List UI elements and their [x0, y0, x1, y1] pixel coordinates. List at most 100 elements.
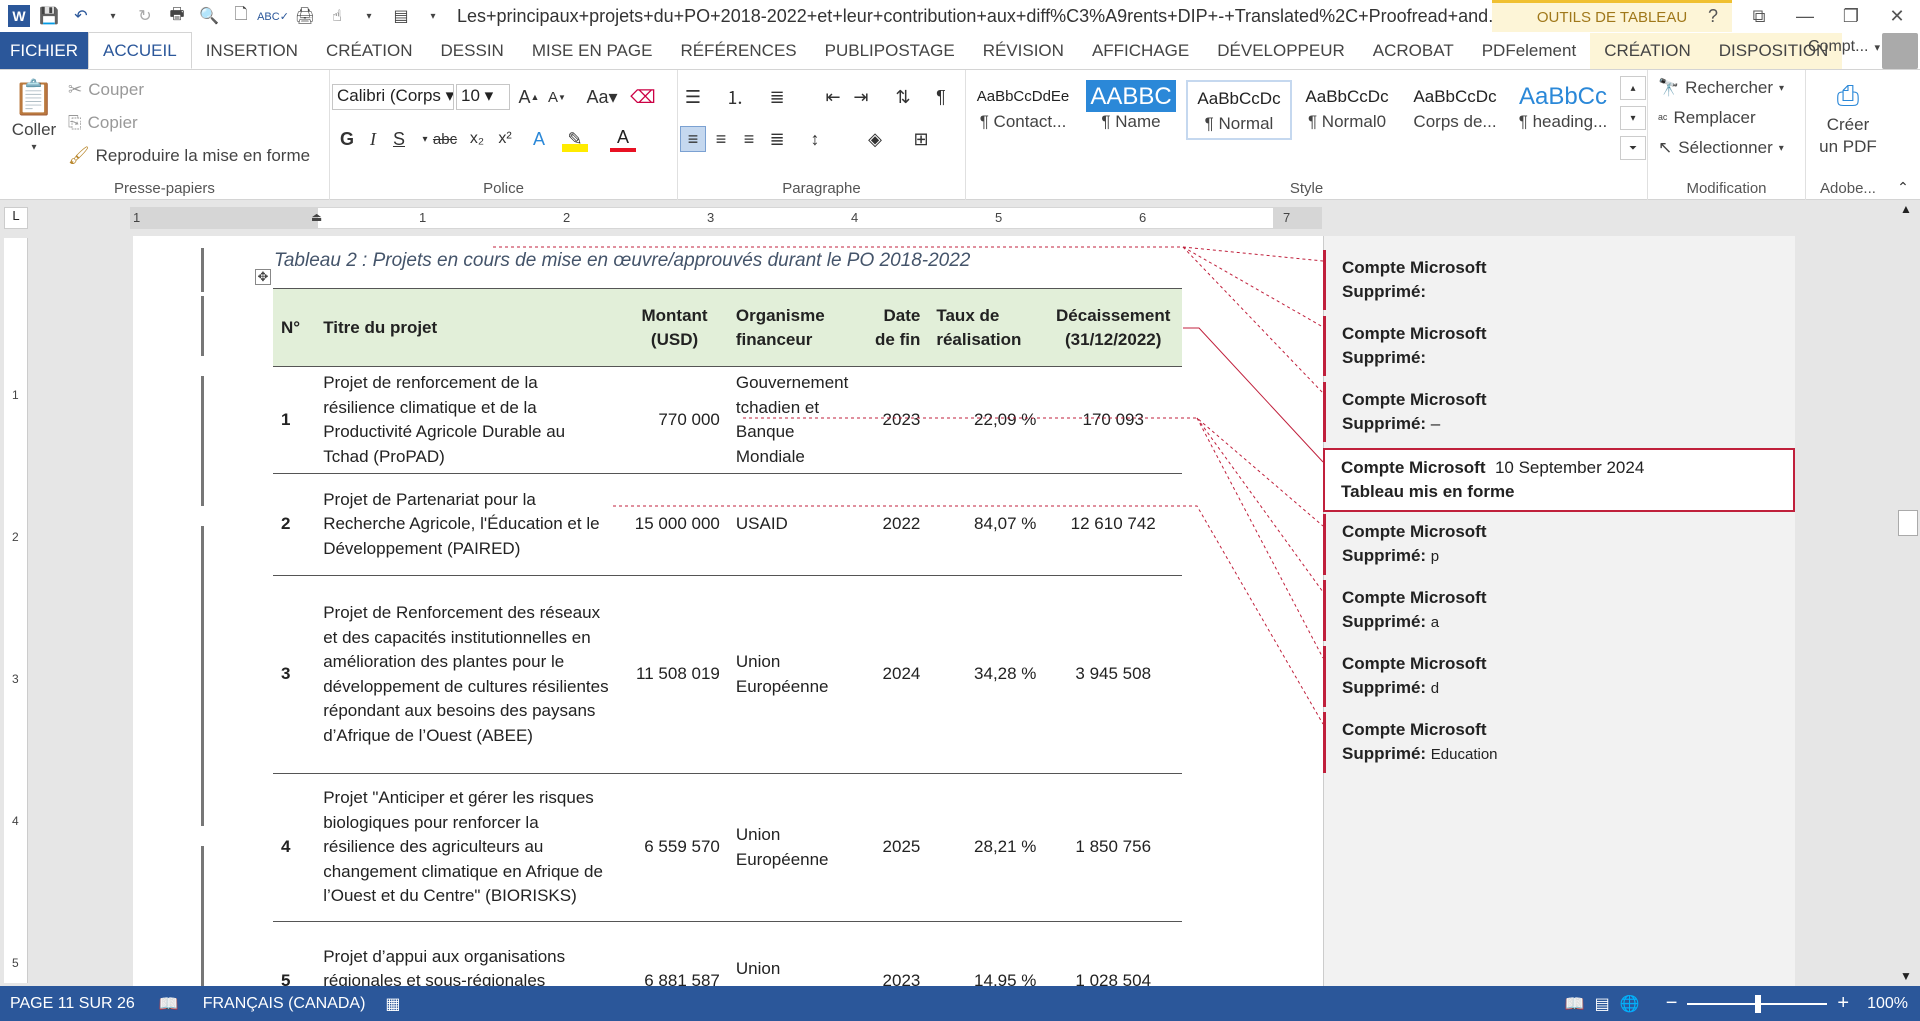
replace-button[interactable]: ᵃᶜ Remplacer — [1658, 108, 1756, 128]
create-pdf-button[interactable]: ⎙ Créer un PDF — [1806, 78, 1890, 158]
superscript-button[interactable]: x² — [492, 126, 518, 152]
revision-balloon[interactable]: Compte Microsoft Supprimé: – — [1323, 382, 1795, 442]
tab-insertion[interactable]: INSERTION — [192, 33, 312, 69]
tab-pdfelement[interactable]: PDFelement — [1468, 33, 1590, 69]
cut-button[interactable]: ✂ Couper — [68, 80, 144, 100]
revision-balloon[interactable]: Compte Microsoft Supprimé: d — [1323, 646, 1795, 707]
font-size-combo[interactable]: 10 ▾ — [456, 84, 510, 110]
redo-icon[interactable]: ↻ — [132, 3, 158, 29]
align-left-icon[interactable]: ≡ — [680, 126, 706, 152]
tab-affichage[interactable]: AFFICHAGE — [1078, 33, 1203, 69]
highlight-icon[interactable]: ✎ — [562, 126, 588, 152]
layout-view-icon[interactable]: ▤ — [388, 3, 414, 29]
language-indicator[interactable]: FRANÇAIS (CANADA) — [193, 995, 376, 1013]
indent-marker-icon[interactable]: ⏏ — [311, 210, 322, 224]
revision-balloon[interactable]: Compte Microsoft Supprimé: — [1323, 250, 1795, 310]
italic-button[interactable]: I — [360, 126, 386, 152]
zoom-out-icon[interactable]: − — [1666, 992, 1678, 1015]
align-center-icon[interactable]: ≡ — [708, 126, 734, 152]
scroll-thumb[interactable] — [1898, 510, 1918, 536]
word-app-icon[interactable]: W — [8, 5, 30, 27]
decrease-indent-icon[interactable]: ⇤ — [820, 84, 846, 110]
style-corps-de-texte[interactable]: AaBbCcDc Corps de... — [1402, 80, 1508, 140]
web-layout-icon[interactable]: 🌐 — [1620, 994, 1640, 1014]
undo-icon[interactable]: ↶ — [68, 3, 94, 29]
borders-icon[interactable]: ⊞ — [908, 126, 934, 152]
spelling-icon[interactable]: ABC✓ — [257, 3, 289, 29]
help-icon[interactable]: ? — [1690, 0, 1736, 32]
styles-scroll-up-icon[interactable]: ▴ — [1620, 76, 1646, 100]
revision-balloon[interactable]: Compte Microsoft Supprimé: Education — [1323, 712, 1795, 773]
tab-acrobat[interactable]: ACROBAT — [1359, 33, 1468, 69]
save-icon[interactable]: 💾 — [36, 3, 62, 29]
format-painter-button[interactable]: 🖌 Reproduire la mise en forme — [68, 146, 310, 166]
page-indicator[interactable]: PAGE 11 SUR 26 — [0, 995, 145, 1013]
grow-font-icon[interactable]: A ▲ — [516, 84, 542, 110]
quick-print-icon[interactable]: 🖨 — [292, 3, 318, 29]
scroll-down-icon[interactable]: ▼ — [1900, 969, 1912, 983]
style-normal0[interactable]: AaBbCcDc ¶ Normal0 — [1294, 80, 1400, 140]
styles-scroll-down-icon[interactable]: ▾ — [1620, 106, 1646, 130]
bullets-icon[interactable]: ☰ — [680, 84, 706, 110]
vertical-ruler[interactable]: 1 2 3 4 5 — [4, 238, 28, 983]
document-page[interactable]: Tableau 2 : Projets en cours de mise en … — [133, 236, 1795, 986]
avatar[interactable] — [1882, 33, 1918, 69]
find-button[interactable]: 🔭 Rechercher ▾ — [1658, 78, 1784, 98]
select-button[interactable]: ↖ Sélectionner ▾ — [1658, 138, 1784, 158]
tab-selector[interactable]: L — [4, 207, 28, 229]
shading-icon[interactable]: ◈ — [862, 126, 888, 152]
change-case-button[interactable]: Aa ▾ — [582, 84, 622, 110]
print-icon[interactable]: 🖶 — [164, 3, 190, 29]
text-effects-icon[interactable]: A — [526, 126, 552, 152]
tab-dessin[interactable]: DESSIN — [427, 33, 518, 69]
read-mode-icon[interactable]: 📖 — [1565, 994, 1585, 1014]
tab-revision[interactable]: RÉVISION — [969, 33, 1078, 69]
multilevel-list-icon[interactable]: ≣ — [764, 84, 790, 110]
align-right-icon[interactable]: ≡ — [736, 126, 762, 152]
tab-accueil[interactable]: ACCUEIL — [88, 32, 192, 69]
scroll-up-icon[interactable]: ▲ — [1900, 202, 1912, 216]
tab-references[interactable]: RÉFÉRENCES — [666, 33, 810, 69]
close-icon[interactable]: ✕ — [1874, 0, 1920, 32]
undo-dropdown-icon[interactable]: ▾ — [100, 3, 126, 29]
horizontal-ruler[interactable]: 1 1 2 3 4 5 6 7 ⏏ — [130, 207, 1322, 229]
tab-mise-en-page[interactable]: MISE EN PAGE — [518, 33, 667, 69]
underline-button[interactable]: S — [386, 126, 412, 152]
revision-balloon[interactable]: Compte Microsoft Supprimé: p — [1323, 514, 1795, 575]
zoom-slider-knob[interactable] — [1755, 994, 1762, 1013]
zoom-level[interactable]: 100% — [1867, 995, 1908, 1013]
print-layout-icon[interactable]: ▤ — [1595, 994, 1610, 1014]
styles-more-icon[interactable]: ⏷ — [1620, 136, 1646, 160]
line-spacing-icon[interactable]: ↕ — [802, 126, 828, 152]
vertical-scrollbar[interactable]: ▲ ▼ — [1896, 200, 1920, 985]
copy-button[interactable]: ⎘ Copier — [68, 113, 138, 133]
minimize-icon[interactable]: — — [1782, 0, 1828, 32]
shrink-font-icon[interactable]: A ▼ — [544, 84, 570, 110]
ribbon-display-icon[interactable]: ⧉ — [1736, 0, 1782, 32]
customize-dropdown-icon[interactable]: ▾ — [356, 3, 382, 29]
bold-button[interactable]: G — [334, 126, 360, 152]
numbering-icon[interactable]: ⒈ — [722, 84, 748, 110]
style-name[interactable]: AABBC ¶ Name — [1078, 80, 1184, 140]
increase-indent-icon[interactable]: ⇥ — [848, 84, 874, 110]
clear-formatting-icon[interactable]: ⌫ — [630, 84, 656, 110]
pilcrow-icon[interactable]: ¶ — [928, 84, 954, 110]
zoom-in-icon[interactable]: + — [1837, 992, 1849, 1015]
print-preview-icon[interactable]: 🔍 — [196, 3, 222, 29]
revision-balloon[interactable]: Compte Microsoft Supprimé: — [1323, 316, 1795, 376]
tab-publipostage[interactable]: PUBLIPOSTAGE — [811, 33, 969, 69]
zoom-slider[interactable] — [1687, 994, 1828, 1013]
new-document-icon[interactable]: 🗋 — [228, 3, 254, 29]
touch-mode-icon[interactable]: ☝ — [324, 3, 350, 29]
macro-record-icon[interactable]: ▦ — [375, 994, 410, 1014]
strikethrough-button[interactable]: abc — [430, 126, 460, 152]
style-heading[interactable]: AaBbCc ¶ heading... — [1510, 80, 1616, 140]
subscript-button[interactable]: x₂ — [464, 126, 490, 152]
more-commands-icon[interactable]: ▾ — [420, 3, 446, 29]
tab-creation[interactable]: CRÉATION — [312, 33, 427, 69]
sort-icon[interactable]: ⇅ — [890, 84, 916, 110]
revision-balloon-selected[interactable]: Compte Microsoft 10 September 2024 Table… — [1323, 448, 1795, 512]
tab-developpeur[interactable]: DÉVELOPPEUR — [1203, 33, 1359, 69]
paste-button[interactable]: 📋 Coller ▾ — [10, 78, 58, 153]
revision-balloon[interactable]: Compte Microsoft Supprimé: a — [1323, 580, 1795, 641]
